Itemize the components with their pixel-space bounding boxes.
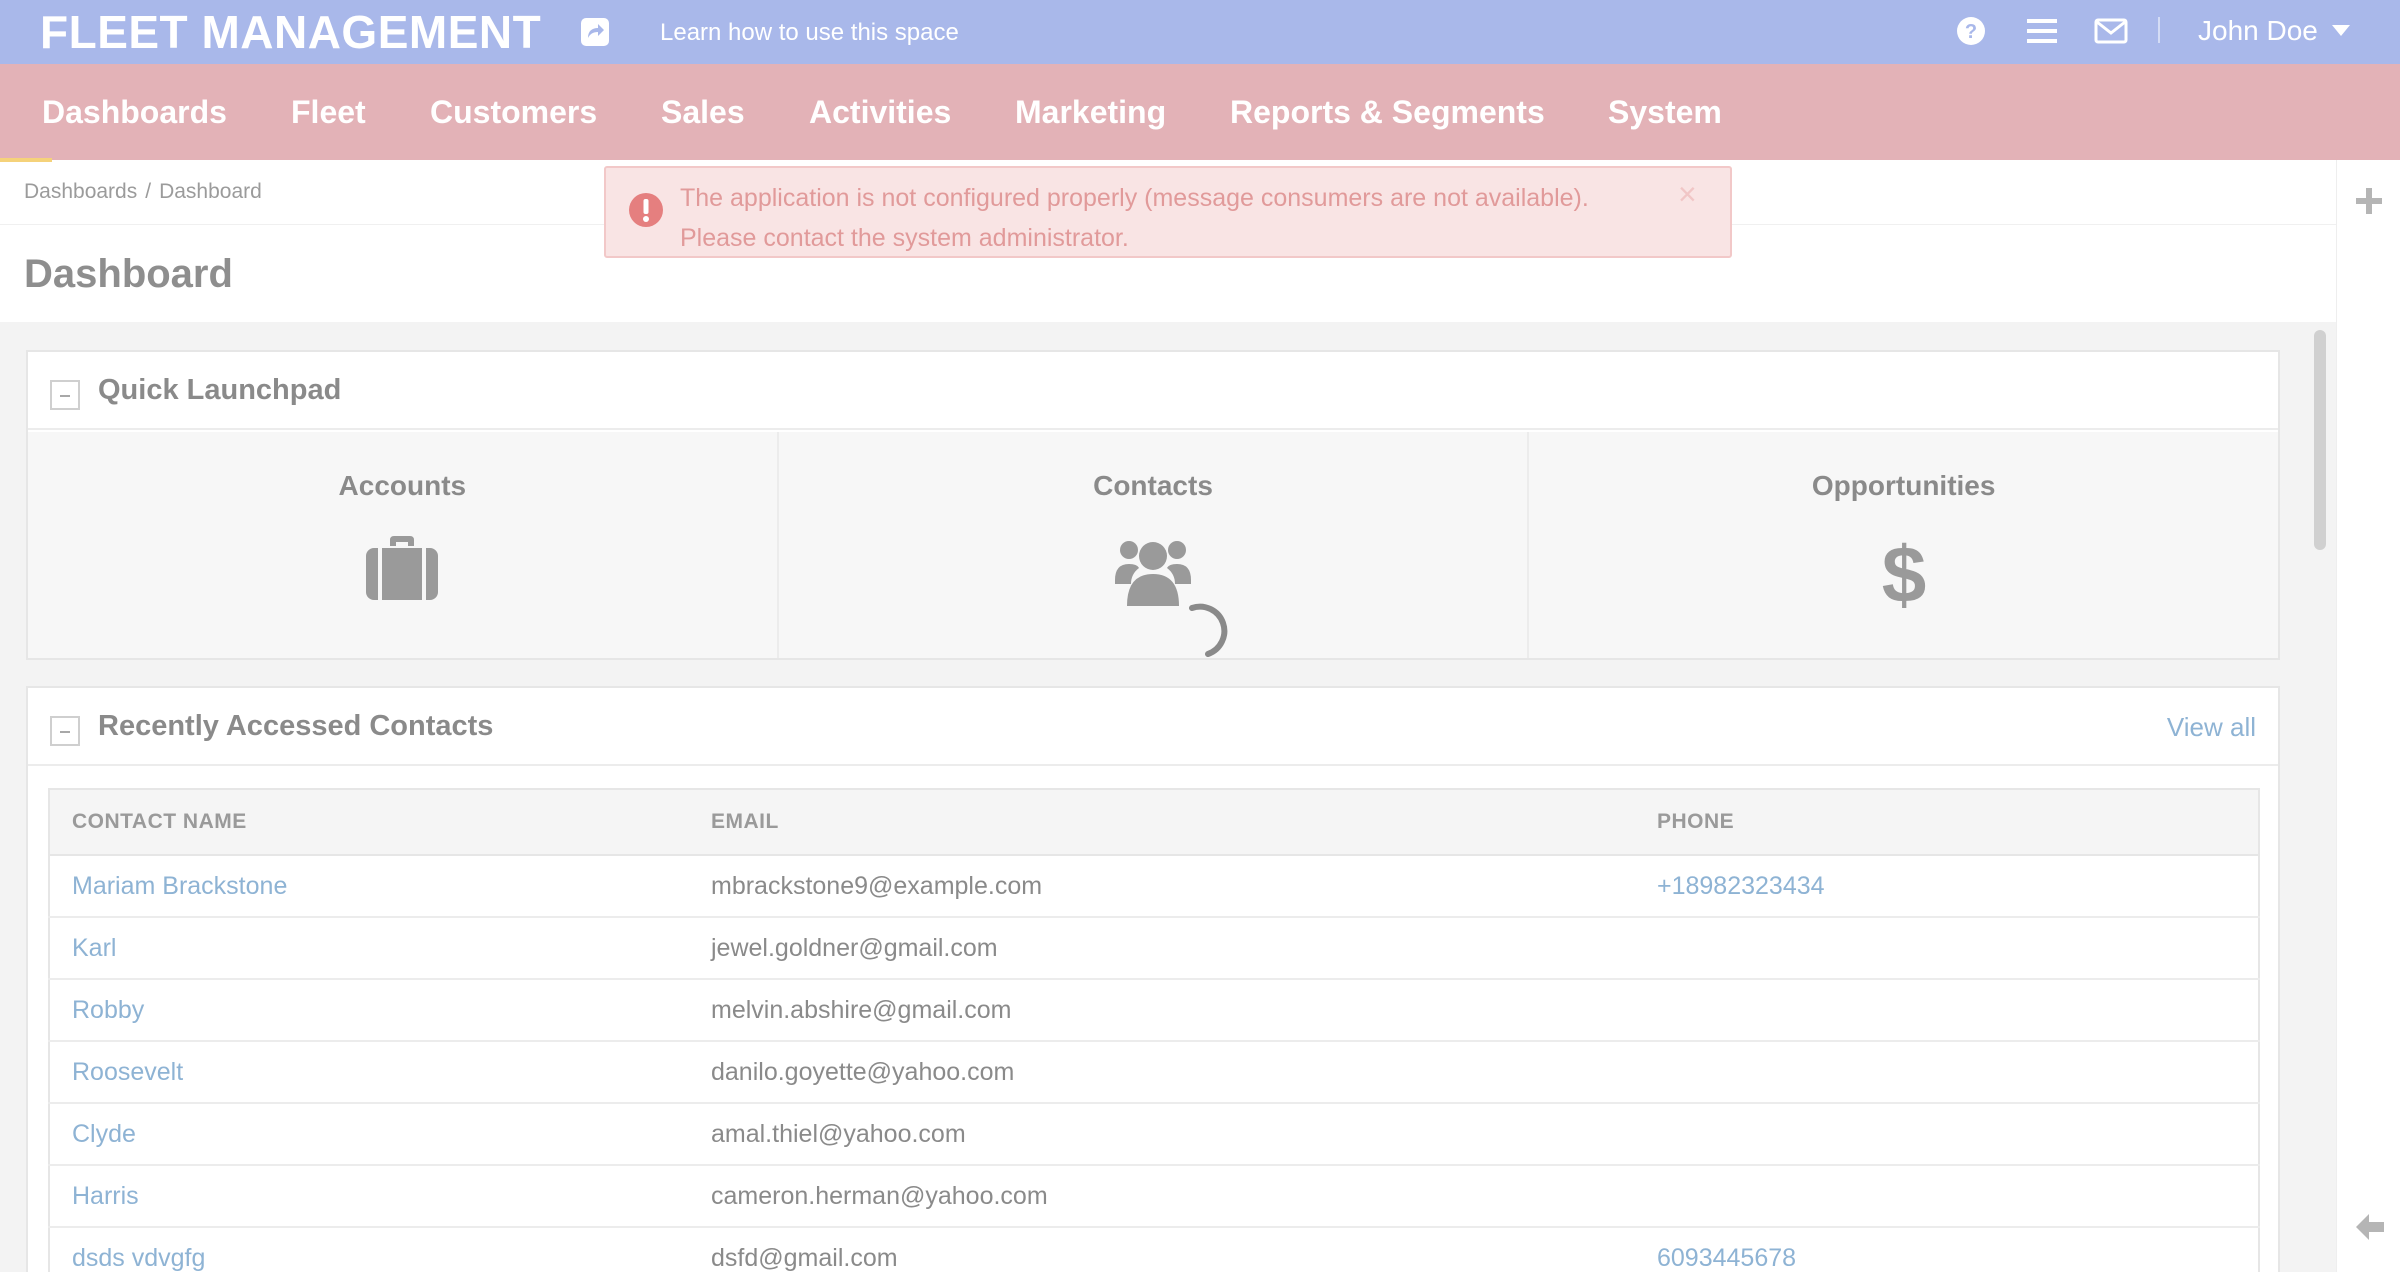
loading-spinner <box>1180 600 1234 662</box>
contact-name-link[interactable]: Harris <box>49 1165 689 1228</box>
recent-contacts-widget: Recently Accessed Contacts View all CONT… <box>26 686 2280 1272</box>
tile-label[interactable]: Opportunities <box>1529 470 2278 502</box>
table-row[interactable]: Clyde amal.thiel@yahoo.com <box>49 1103 2259 1166</box>
launch-tile-contacts[interactable]: Contacts <box>778 432 1530 658</box>
column-header-phone[interactable]: PHONE <box>1635 789 2259 856</box>
contact-email: danilo.goyette@yahoo.com <box>689 1041 1635 1104</box>
contact-phone-link[interactable] <box>1635 1041 2259 1104</box>
tile-label[interactable]: Accounts <box>28 470 777 502</box>
contact-name-link[interactable]: Robby <box>49 979 689 1042</box>
table-row[interactable]: Robby melvin.abshire@gmail.com <box>49 979 2259 1042</box>
breadcrumb: Dashboards / Dashboard <box>24 180 262 204</box>
table-row[interactable]: Roosevelt danilo.goyette@yahoo.com <box>49 1041 2259 1104</box>
contact-phone-link[interactable] <box>1635 979 2259 1042</box>
svg-text:$: $ <box>1882 536 1926 612</box>
widget-header: Quick Launchpad <box>28 352 2278 430</box>
breadcrumb-dashboard[interactable]: Dashboard <box>159 180 262 204</box>
exclamation-icon <box>628 192 664 228</box>
error-alert: The application is not configured proper… <box>604 166 1732 258</box>
contact-phone-link[interactable]: +18982323434 <box>1635 855 2259 918</box>
share-icon[interactable] <box>580 17 610 47</box>
alert-message-line: Please contact the system administrator. <box>680 224 1129 252</box>
app-logo[interactable]: FLEET MANAGEMENT <box>40 6 541 58</box>
topbar-divider <box>2158 17 2160 43</box>
dollar-icon[interactable]: $ <box>1882 536 1926 612</box>
table-header-row: CONTACT NAME EMAIL PHONE <box>49 789 2259 856</box>
users-icon[interactable] <box>1115 536 1191 608</box>
contact-email: cameron.herman@yahoo.com <box>689 1165 1635 1228</box>
collapse-button[interactable] <box>50 716 80 746</box>
contact-email: amal.thiel@yahoo.com <box>689 1103 1635 1166</box>
contact-name-link[interactable]: Karl <box>49 917 689 980</box>
close-icon[interactable]: × <box>1678 176 1697 213</box>
contact-phone-link[interactable] <box>1635 1103 2259 1166</box>
launch-tile-accounts[interactable]: Accounts <box>28 432 779 658</box>
table-row[interactable]: Mariam Brackstone mbrackstone9@example.c… <box>49 855 2259 918</box>
widget-title: Recently Accessed Contacts <box>98 710 494 742</box>
contact-email: dsfd@gmail.com <box>689 1227 1635 1272</box>
launch-tile-opportunities[interactable]: Opportunities $ <box>1529 432 2279 658</box>
nav-item-fleet[interactable]: Fleet <box>291 94 366 131</box>
alert-message-line: The application is not configured proper… <box>680 184 1589 212</box>
svg-text:?: ? <box>1965 21 1977 43</box>
widget-title: Quick Launchpad <box>98 374 342 406</box>
learn-how-link[interactable]: Learn how to use this space <box>660 19 959 47</box>
alert-message: The application is not configured proper… <box>680 178 1640 258</box>
contact-name-link[interactable]: dsds vdvgfg <box>49 1227 689 1272</box>
quick-launchpad-widget: Quick Launchpad Accounts Contacts Opport… <box>26 350 2280 660</box>
contact-phone-link[interactable] <box>1635 917 2259 980</box>
table-row[interactable]: Harris cameron.herman@yahoo.com <box>49 1165 2259 1228</box>
contacts-table: CONTACT NAME EMAIL PHONE Mariam Bracksto… <box>48 788 2260 1272</box>
briefcase-icon[interactable] <box>366 536 439 600</box>
user-name[interactable]: John Doe <box>2198 15 2318 47</box>
breadcrumb-separator: / <box>145 180 152 203</box>
view-all-link[interactable]: View all <box>2167 712 2256 743</box>
contact-phone-link[interactable]: 6093445678 <box>1635 1227 2259 1272</box>
help-icon[interactable]: ? <box>1956 16 1986 46</box>
widget-header: Recently Accessed Contacts View all <box>28 688 2278 766</box>
nav-item-marketing[interactable]: Marketing <box>1015 94 1166 131</box>
top-bar: FLEET MANAGEMENT Learn how to use this s… <box>0 0 2400 64</box>
launchpad-tiles: Accounts Contacts Opportunities $ <box>28 432 2279 658</box>
contact-name-link[interactable]: Clyde <box>49 1103 689 1166</box>
collapse-button[interactable] <box>50 380 80 410</box>
right-sidebar <box>2336 160 2400 1272</box>
contact-name-link[interactable]: Mariam Brackstone <box>49 855 689 918</box>
nav-active-indicator <box>0 158 52 162</box>
arrow-left-icon[interactable] <box>2356 1214 2384 1240</box>
nav-item-customers[interactable]: Customers <box>430 94 597 131</box>
contact-email: mbrackstone9@example.com <box>689 855 1635 918</box>
nav-item-activities[interactable]: Activities <box>809 94 951 131</box>
nav-item-dashboards[interactable]: Dashboards <box>42 94 227 131</box>
column-header-contact-name[interactable]: CONTACT NAME <box>49 789 689 856</box>
breadcrumb-dashboards[interactable]: Dashboards <box>24 180 137 204</box>
contact-name-link[interactable]: Roosevelt <box>49 1041 689 1104</box>
main-nav: Dashboards Fleet Customers Sales Activit… <box>0 64 2400 160</box>
menu-icon[interactable] <box>2027 18 2057 44</box>
nav-item-reports-segments[interactable]: Reports & Segments <box>1230 94 1545 131</box>
column-header-email[interactable]: EMAIL <box>689 789 1635 856</box>
contact-email: jewel.goldner@gmail.com <box>689 917 1635 980</box>
table-row[interactable]: Karl jewel.goldner@gmail.com <box>49 917 2259 980</box>
contact-email: melvin.abshire@gmail.com <box>689 979 1635 1042</box>
nav-item-sales[interactable]: Sales <box>661 94 745 131</box>
scrollbar-thumb[interactable] <box>2314 330 2326 550</box>
page-title: Dashboard <box>24 252 233 296</box>
table-row[interactable]: dsds vdvgfg dsfd@gmail.com 6093445678 <box>49 1227 2259 1272</box>
contact-phone-link[interactable] <box>1635 1165 2259 1228</box>
caret-down-icon[interactable] <box>2331 25 2350 37</box>
user-menu[interactable]: John Doe <box>2198 15 2350 47</box>
mail-icon[interactable] <box>2094 18 2128 44</box>
tile-label[interactable]: Contacts <box>779 470 1528 502</box>
nav-item-system[interactable]: System <box>1608 94 1722 131</box>
plus-icon[interactable] <box>2356 188 2382 214</box>
